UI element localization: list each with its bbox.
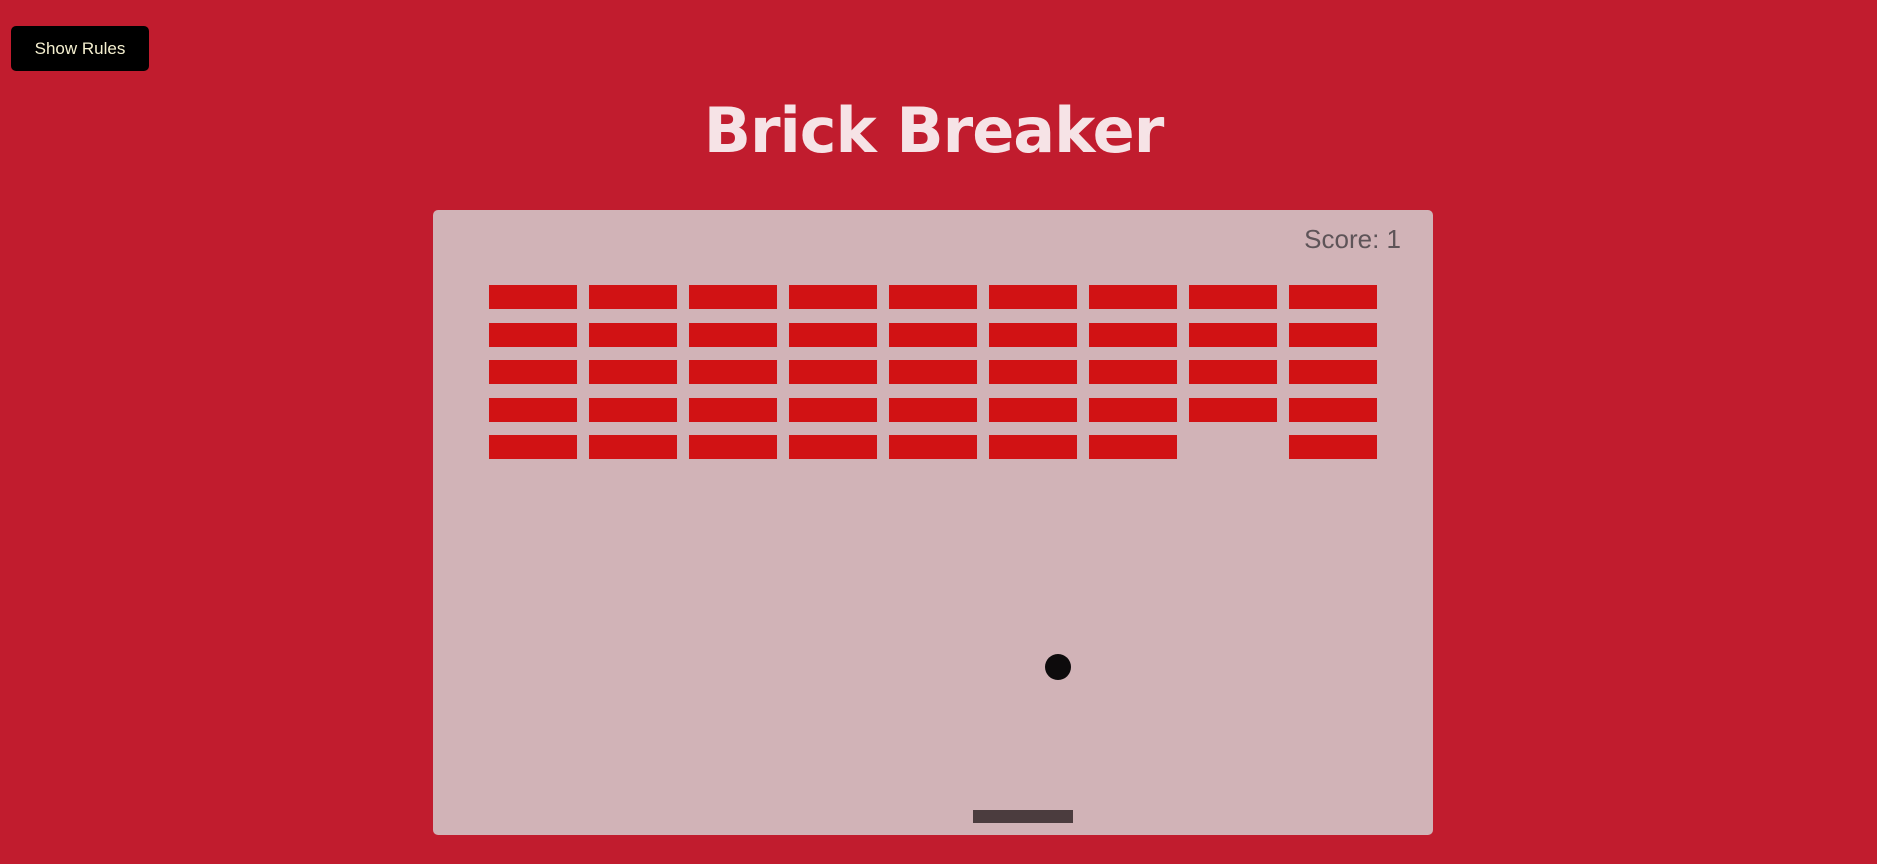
brick xyxy=(689,397,777,422)
game-canvas[interactable]: Score: 1 xyxy=(433,210,1433,835)
brick xyxy=(789,322,877,347)
brick xyxy=(789,285,877,309)
brick xyxy=(1289,397,1377,422)
brick xyxy=(589,397,677,422)
brick xyxy=(789,435,877,459)
brick xyxy=(589,360,677,384)
show-rules-button[interactable]: Show Rules xyxy=(11,26,149,71)
brick xyxy=(989,435,1077,459)
brick xyxy=(689,435,777,459)
brick xyxy=(789,360,877,384)
paddle[interactable] xyxy=(973,810,1073,823)
brick xyxy=(1089,397,1177,422)
brick xyxy=(689,285,777,309)
brick xyxy=(1289,360,1377,384)
brick xyxy=(489,322,577,347)
brick xyxy=(1289,435,1377,459)
page-title: Brick Breaker xyxy=(703,94,1165,167)
brick xyxy=(989,285,1077,309)
brick xyxy=(489,285,577,309)
brick xyxy=(989,322,1077,347)
brick xyxy=(1089,435,1177,459)
brick xyxy=(789,397,877,422)
ball xyxy=(1045,654,1071,680)
brick xyxy=(589,285,677,309)
brick xyxy=(1289,285,1377,309)
brick xyxy=(689,360,777,384)
brick xyxy=(589,435,677,459)
brick xyxy=(989,397,1077,422)
brick xyxy=(1189,322,1277,347)
brick xyxy=(489,397,577,422)
brick xyxy=(1089,360,1177,384)
brick xyxy=(1089,285,1177,309)
brick xyxy=(1189,285,1277,309)
brick xyxy=(1289,322,1377,347)
brick xyxy=(1189,360,1277,384)
brick xyxy=(689,322,777,347)
brick xyxy=(489,360,577,384)
brick xyxy=(889,397,977,422)
brick xyxy=(889,322,977,347)
brick xyxy=(889,285,977,309)
brick xyxy=(589,322,677,347)
brick xyxy=(889,360,977,384)
brick xyxy=(989,360,1077,384)
score-display: Score: 1 xyxy=(1304,224,1401,254)
brick xyxy=(889,435,977,459)
brick xyxy=(489,435,577,459)
brick xyxy=(1089,322,1177,347)
brick xyxy=(1189,397,1277,422)
